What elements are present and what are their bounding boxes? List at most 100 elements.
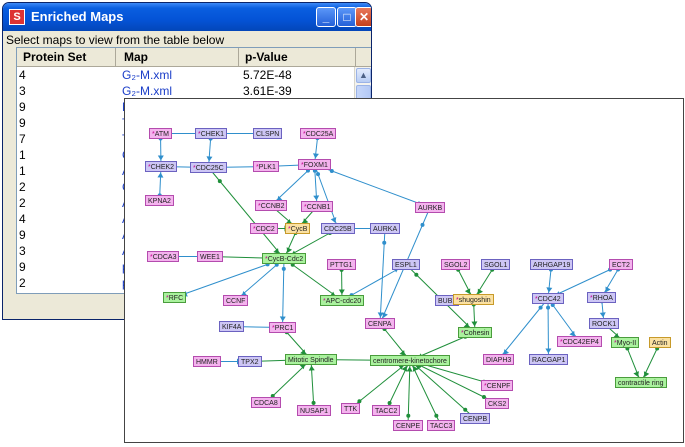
node-pttg1[interactable]: PTTG1 <box>327 259 356 270</box>
edge-origin-dot <box>406 413 411 418</box>
node-rhoa[interactable]: *RHOA <box>587 292 616 303</box>
maximize-button[interactable]: □ <box>337 7 357 27</box>
node-cenpb[interactable]: CENPB <box>460 413 491 424</box>
node-ttk[interactable]: TTK <box>341 403 361 414</box>
node-sgol1[interactable]: SGOL1 <box>481 259 511 270</box>
node-label: CycB <box>290 226 308 233</box>
node-cenpf[interactable]: *CENPF <box>481 380 514 391</box>
node-shugoshin[interactable]: *shugoshin <box>453 294 494 305</box>
arrow-head-icon <box>157 155 164 161</box>
node-label: KIF4A <box>222 324 242 331</box>
node-label: Myo-II <box>616 340 637 347</box>
node-label: CDC25C <box>195 165 224 172</box>
node-myoii[interactable]: *Myo-II <box>611 337 640 348</box>
node-nusap1[interactable]: NUSAP1 <box>297 405 332 416</box>
node-hmmr[interactable]: HMMR <box>193 356 221 367</box>
node-label: CDCA3 <box>152 254 177 261</box>
pathway-map-canvas[interactable]: *ATM *CHEK1 CLSPN *CDC25A *CHEK2 *CDC25C *PLK1… <box>124 98 684 443</box>
node-ccnf[interactable]: CCNF <box>223 295 249 306</box>
node-mitoticspindle[interactable]: Mitotic Spindle <box>285 354 337 365</box>
edge-origin-dot <box>414 272 419 277</box>
protein-set-cell: 1 <box>19 164 26 178</box>
edge-origin-dot <box>546 305 551 310</box>
close-icon: ✕ <box>358 10 370 24</box>
node-ccnb2[interactable]: *CCNB2 <box>255 200 288 211</box>
arrow-head-icon <box>206 156 213 162</box>
node-atm[interactable]: *ATM <box>149 128 172 139</box>
node-rock1[interactable]: ROCK1 <box>589 318 620 329</box>
node-cdc25a[interactable]: *CDC25A <box>300 128 337 139</box>
node-label: CDC42 <box>537 296 561 303</box>
node-contractile[interactable]: contractile ring <box>615 377 667 388</box>
column-header-p-value[interactable]: p-Value <box>239 48 356 66</box>
node-apccdc20[interactable]: *APC-cdc20 <box>320 295 365 306</box>
scroll-up-button[interactable]: ▲ <box>356 68 371 83</box>
node-cdc42[interactable]: *CDC42 <box>532 293 564 304</box>
map-cell[interactable]: G₂-M.xml <box>122 67 237 83</box>
node-cdc42ep4[interactable]: *CDC42EP4 <box>557 336 602 347</box>
node-cenpe[interactable]: CENPE <box>393 420 424 431</box>
node-chek1[interactable]: *CHEK1 <box>195 128 228 139</box>
node-label: TPX2 <box>241 359 259 366</box>
node-cycbcdc2[interactable]: *CycB-Cdc2 <box>262 253 307 264</box>
map-cell[interactable]: G₂-M.xml <box>122 83 237 99</box>
node-centkinet[interactable]: centromere-kinetochore <box>370 355 450 366</box>
node-tacc3[interactable]: TACC3 <box>427 420 456 431</box>
protein-set-cell: 9 <box>19 116 26 130</box>
node-label: CDC2 <box>255 226 275 233</box>
title-bar[interactable]: S Enriched Maps _ □ ✕ <box>3 3 371 31</box>
node-cdca3[interactable]: *CDCA3 <box>147 251 180 262</box>
edge-origin-dot <box>434 413 439 418</box>
node-label: TACC3 <box>430 423 453 430</box>
node-cdc2[interactable]: *CDC2 <box>250 223 278 234</box>
node-aurka[interactable]: AURKA <box>370 223 401 234</box>
node-cdc25c[interactable]: *CDC25C <box>190 162 227 173</box>
node-label: RHOA <box>592 295 613 302</box>
node-label: PLK1 <box>258 164 276 171</box>
node-aurkb[interactable]: AURKB <box>415 202 446 213</box>
table-header: Protein Set Map p-Value <box>17 48 371 67</box>
edge-origin-dot <box>538 305 543 310</box>
node-chek2[interactable]: *CHEK2 <box>145 161 178 172</box>
node-plk1[interactable]: *PLK1 <box>253 161 279 172</box>
node-actin[interactable]: Actin <box>649 337 671 348</box>
edge-origin-dot <box>281 266 286 271</box>
node-rfc[interactable]: *RFC <box>163 292 187 303</box>
node-label: CENPE <box>396 423 421 430</box>
protein-set-cell: 9 <box>19 260 26 274</box>
node-cdca8[interactable]: CDCA8 <box>251 397 281 408</box>
node-diaph3[interactable]: DIAPH3 <box>483 354 515 365</box>
node-prc1[interactable]: *PRC1 <box>269 322 297 333</box>
node-label: SGOL1 <box>484 262 508 269</box>
node-cdc25b[interactable]: CDC25B <box>321 223 355 234</box>
node-kif4a[interactable]: KIF4A <box>219 321 245 332</box>
node-kpna2[interactable]: KPNA2 <box>145 195 174 206</box>
node-tpx2[interactable]: TPX2 <box>238 356 262 367</box>
node-racgap1[interactable]: RACGAP1 <box>529 354 569 365</box>
node-cenpa[interactable]: CENPA <box>365 318 395 329</box>
node-tacc2[interactable]: TACC2 <box>372 405 401 416</box>
close-button[interactable]: ✕ <box>355 7 371 27</box>
node-label: NUSAP1 <box>300 408 329 415</box>
column-header-protein-set[interactable]: Protein Set <box>17 48 116 66</box>
node-wee1[interactable]: WEE1 <box>197 251 223 262</box>
node-cohesin[interactable]: *Cohesin <box>458 327 493 338</box>
column-header-map[interactable]: Map <box>116 48 239 66</box>
node-espl1[interactable]: ESPL1 <box>392 259 420 270</box>
node-arhgap19[interactable]: ARHGAP19 <box>530 259 574 270</box>
node-foxm1[interactable]: *FOXM1 <box>298 159 331 170</box>
node-clspn[interactable]: CLSPN <box>253 128 283 139</box>
node-ccnb1[interactable]: *CCNB1 <box>301 201 334 212</box>
node-label: ECT2 <box>612 262 630 269</box>
minimize-button[interactable]: _ <box>316 7 336 27</box>
node-cycb[interactable]: *CycB <box>285 223 311 234</box>
node-cks2[interactable]: CKS2 <box>485 398 510 409</box>
table-row[interactable]: 3 G₂-M.xml 3.61E-39 <box>17 83 356 99</box>
node-ect2[interactable]: ECT2 <box>609 259 633 270</box>
edge-origin-dot <box>217 179 222 184</box>
table-row[interactable]: 4 G₂-M.xml 5.72E-48 <box>17 67 356 83</box>
node-sgol2[interactable]: SGOL2 <box>441 259 471 270</box>
protein-set-cell: 9 <box>19 100 26 114</box>
protein-set-cell: 7 <box>19 132 26 146</box>
node-label: Mitotic Spindle <box>288 357 334 364</box>
